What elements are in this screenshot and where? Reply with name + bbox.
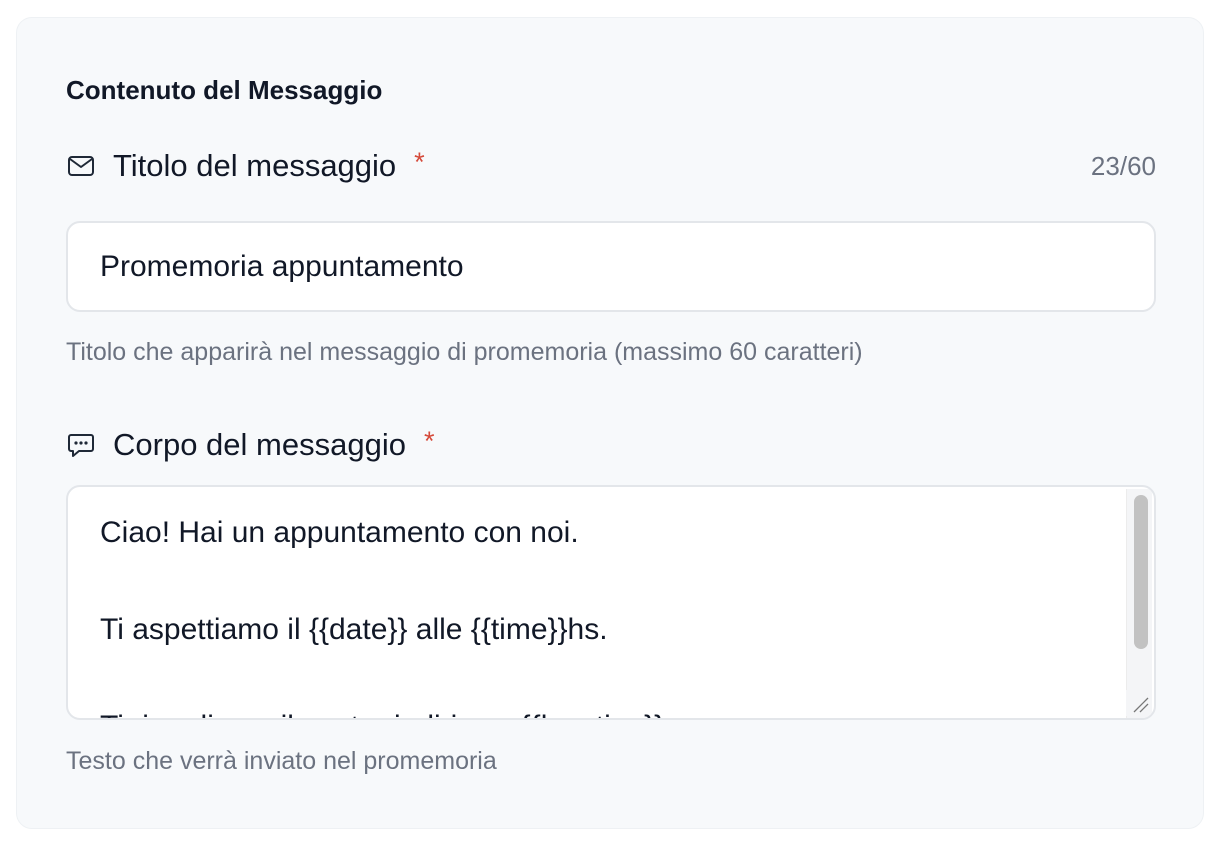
character-counter: 23/60 [1090,151,1156,181]
title-field-label-row: Titolo del messaggio * 23/60 [66,146,1156,186]
title-help-text: Titolo che apparirà nel messaggio di pro… [66,338,863,366]
message-content-card: Contenuto del Messaggio Titolo del messa… [16,17,1204,829]
mail-icon [66,151,96,181]
message-icon [66,430,96,460]
message-body-text[interactable]: Ciao! Hai un appuntamento con noi. Ti as… [100,509,1114,718]
title-field-label: Titolo del messaggio [113,148,397,183]
message-title-input[interactable] [68,223,1154,310]
section-title: Contenuto del Messaggio [66,75,383,105]
body-field-label-row: Corpo del messaggio * [66,425,1156,465]
scrollbar-thumb[interactable] [1134,495,1148,649]
message-body-textarea[interactable]: Ciao! Hai un appuntamento con noi. Ti as… [66,485,1156,720]
required-marker: * [423,426,435,456]
resize-handle-icon[interactable] [1126,690,1152,716]
textarea-scrollbar[interactable] [1126,489,1152,718]
body-field-label: Corpo del messaggio [113,427,406,462]
title-input-container [66,221,1156,312]
required-marker: * [414,147,425,177]
body-help-text: Testo che verrà inviato nel promemoria [66,747,497,775]
